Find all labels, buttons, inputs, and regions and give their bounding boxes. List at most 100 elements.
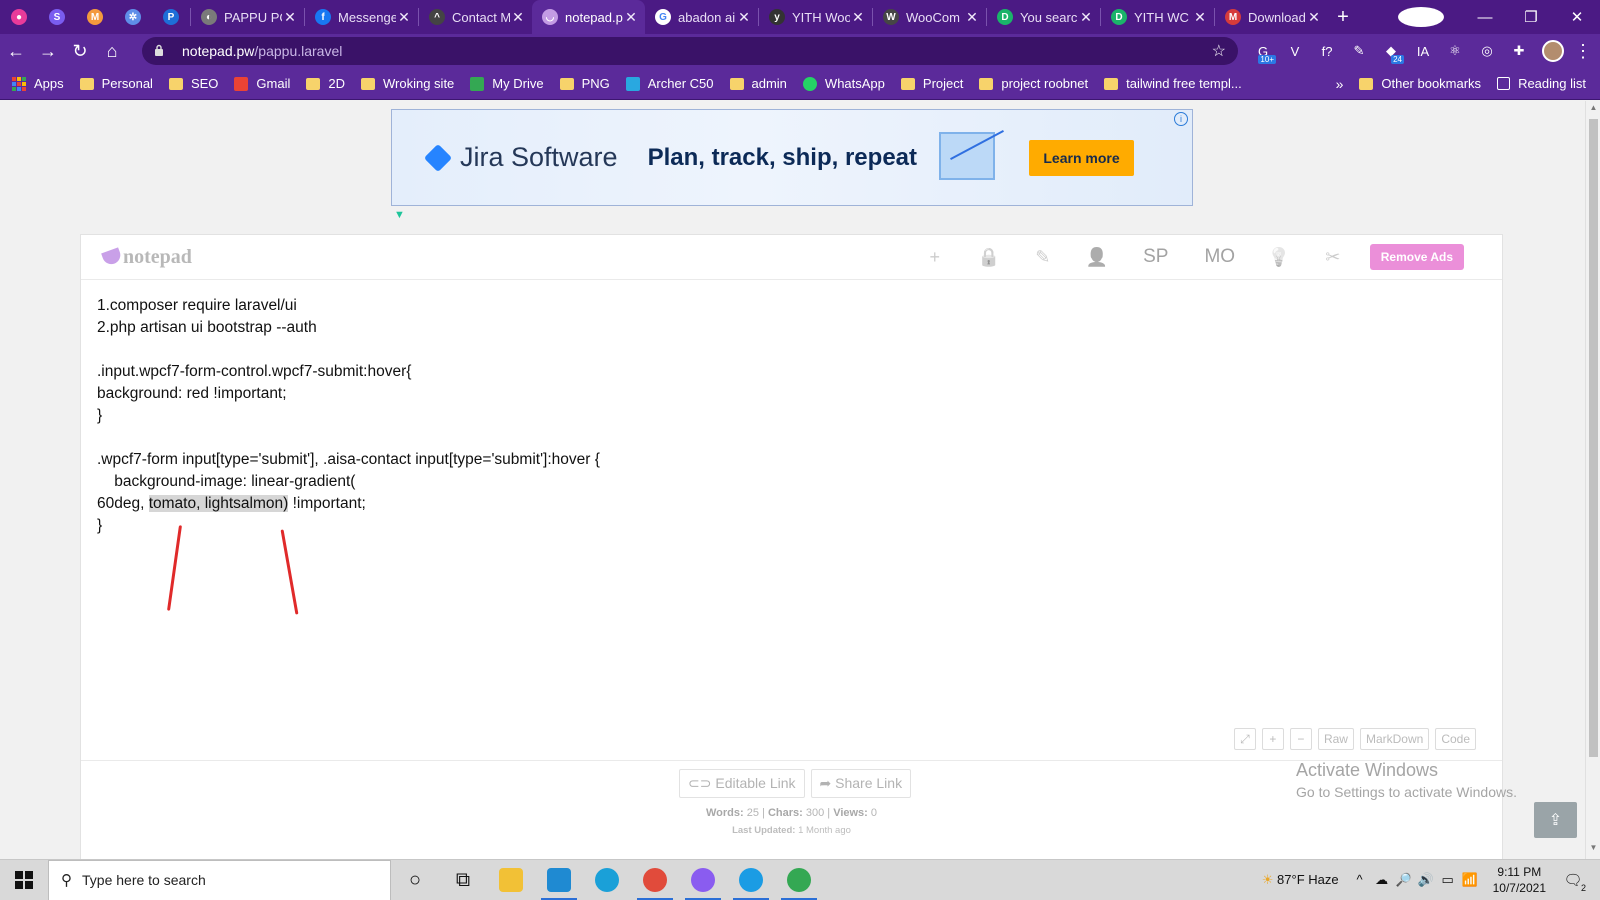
target-ext-icon[interactable]: ◎	[1472, 38, 1502, 64]
tab[interactable]: Gabadon ai ✕	[645, 0, 758, 34]
edit-icon[interactable]: ✎	[1016, 247, 1070, 268]
share-icon[interactable]: ⇪	[1534, 802, 1577, 838]
scrollbar-thumb[interactable]	[1589, 119, 1598, 757]
volume-icon[interactable]: 🔊	[1415, 872, 1437, 888]
zoom-in-button[interactable]: +	[1261, 728, 1284, 750]
bookmark-whatsapp[interactable]: WhatsApp	[802, 76, 885, 91]
browser-menu-icon[interactable]: ⋮	[1568, 38, 1598, 64]
bookmark-png[interactable]: PNG	[559, 76, 610, 91]
tab-close-icon[interactable]: ✕	[1306, 9, 1322, 26]
sp-button[interactable]: SP	[1124, 246, 1188, 268]
tab-close-icon[interactable]: ✕	[1192, 9, 1208, 26]
new-tab-button[interactable]: +	[1328, 6, 1358, 29]
reading-list[interactable]: Reading list	[1497, 76, 1586, 91]
jira-ad-banner[interactable]: Jira Software Plan, track, ship, repeat …	[391, 109, 1193, 206]
bookmark-apps[interactable]: Apps	[12, 76, 64, 91]
bookmark-project[interactable]: Project	[900, 76, 963, 91]
react-ext-icon[interactable]: ⚛	[1440, 38, 1470, 64]
ad-choices-icon[interactable]: ▼	[394, 209, 405, 221]
task-view-taskbar-button[interactable]: ⧉	[439, 860, 487, 900]
vue-ext-icon[interactable]: V	[1280, 38, 1310, 64]
share-link-button[interactable]: ➦ Share Link	[810, 769, 912, 798]
tab-close-icon[interactable]: ✕	[736, 9, 752, 26]
editable-link-button[interactable]: ⊂⊃ Editable Link	[679, 769, 805, 798]
counter-ext-icon[interactable]: ◆ 24	[1376, 38, 1406, 64]
chrome-profile-taskbar-button[interactable]	[775, 860, 823, 900]
markdown-mode-button[interactable]: MarkDown	[1359, 728, 1430, 750]
ia-ext-icon[interactable]: IA	[1408, 38, 1438, 64]
expand-button[interactable]: ⤢	[1233, 728, 1256, 750]
bookmark-personal[interactable]: Personal	[79, 76, 153, 91]
reload-button[interactable]: ↻	[64, 35, 96, 67]
bookmark-seo[interactable]: SEO	[168, 76, 218, 91]
start-button[interactable]	[0, 860, 48, 900]
taskbar-search-box[interactable]: ⚲ Type here to search	[48, 859, 391, 900]
bookmark-gmail[interactable]: Gmail	[234, 76, 290, 91]
clock[interactable]: 9:11 PM 10/7/2021	[1493, 864, 1546, 896]
tab-close-icon[interactable]: ✕	[510, 9, 526, 26]
tab-close-icon[interactable]: ✕	[396, 9, 412, 26]
tab[interactable]: f Messenger ✕	[305, 0, 418, 34]
file-explorer-taskbar-button[interactable]	[487, 860, 535, 900]
formula-ext-icon[interactable]: f?	[1312, 38, 1342, 64]
pen-ext-icon[interactable]: ✎	[1344, 38, 1374, 64]
restore-button[interactable]: ❐	[1508, 8, 1554, 26]
notepad-logo[interactable]: notepad	[101, 246, 192, 269]
tab[interactable]: W WooCom ✕	[873, 0, 986, 34]
note-text-area[interactable]: 1.composer require laravel/ui 2.php arti…	[97, 295, 600, 537]
tab[interactable]: P	[152, 0, 190, 34]
chrome-taskbar-button[interactable]	[631, 860, 679, 900]
back-button[interactable]: ←	[0, 35, 32, 67]
user-icon[interactable]: 👤	[1070, 247, 1124, 268]
code-mode-button[interactable]: Code	[1435, 728, 1476, 750]
home-button[interactable]: ⌂	[96, 35, 128, 67]
tab[interactable]: M	[76, 0, 114, 34]
edge-taskbar-button[interactable]	[583, 860, 631, 900]
tab[interactable]: ◐ PAPPU PC✕	[191, 0, 304, 34]
scroll-down-icon[interactable]: ▼	[1586, 843, 1600, 857]
tab[interactable]: D YITH WC ✕	[1101, 0, 1214, 34]
tab[interactable]: y YITH Woo ✕	[759, 0, 872, 34]
lock-icon[interactable]	[154, 44, 172, 59]
battery-icon[interactable]: ▭	[1437, 872, 1459, 888]
vscode-taskbar-button[interactable]	[535, 860, 583, 900]
wifi-icon[interactable]: 📶	[1459, 872, 1481, 888]
onedrive-icon[interactable]: ☁	[1371, 872, 1393, 888]
tab-close-icon[interactable]: ✕	[964, 9, 980, 26]
url-host[interactable]: notepad.pw	[182, 43, 254, 59]
profile-avatar[interactable]	[1538, 38, 1568, 64]
scroll-up-icon[interactable]: ▲	[1586, 103, 1600, 117]
tab-active[interactable]: ◡ notepad.pw✕	[532, 0, 645, 34]
tab[interactable]: ✲	[114, 0, 152, 34]
bookmark-archer-c50[interactable]: Archer C50	[625, 76, 714, 91]
search-tray-icon[interactable]: 🔎	[1393, 872, 1415, 888]
tab-close-icon[interactable]: ✕	[623, 9, 639, 26]
tab[interactable]: ●	[0, 0, 38, 34]
tab-close-icon[interactable]: ✕	[282, 9, 298, 26]
grammarly-ext-icon[interactable]: G 10+	[1248, 38, 1278, 64]
tab[interactable]: M Download ✕	[1215, 0, 1328, 34]
lock-icon[interactable]: 🔒	[962, 247, 1016, 268]
notification-center-icon[interactable]: 🗨 2	[1558, 871, 1588, 893]
remove-ads-button[interactable]: Remove Ads	[1369, 244, 1464, 270]
tab-search-icon[interactable]: ▾	[1398, 7, 1444, 27]
ad-info-icon[interactable]: i	[1174, 112, 1188, 126]
raw-mode-button[interactable]: Raw	[1317, 728, 1354, 750]
tab[interactable]: S	[38, 0, 76, 34]
cortana-taskbar-button[interactable]: ○	[391, 860, 439, 900]
zoom-out-button[interactable]: −	[1289, 728, 1312, 750]
minimize-button[interactable]: —	[1462, 9, 1508, 26]
tab-close-icon[interactable]: ✕	[850, 9, 866, 26]
bookmark-admin[interactable]: admin	[729, 76, 787, 91]
new-note-icon[interactable]: +	[908, 247, 962, 268]
bookmark-my-drive[interactable]: My Drive	[470, 76, 544, 91]
bookmark-project-roobnet[interactable]: project roobnet	[979, 76, 1088, 91]
mo-button[interactable]: MO	[1188, 246, 1252, 268]
bookmark-tailwind-free-templ[interactable]: tailwind free templ...	[1104, 76, 1242, 91]
tab[interactable]: D You searc ✕	[987, 0, 1100, 34]
settings-icon[interactable]: ✂	[1306, 247, 1360, 268]
page-scrollbar[interactable]: ▲ ▼	[1585, 101, 1600, 859]
address-bar[interactable]: notepad.pw/pappu.laravel ☆	[142, 37, 1238, 65]
lightbulb-icon[interactable]: 💡	[1252, 247, 1306, 268]
tab[interactable]: ^ Contact M ✕	[419, 0, 532, 34]
